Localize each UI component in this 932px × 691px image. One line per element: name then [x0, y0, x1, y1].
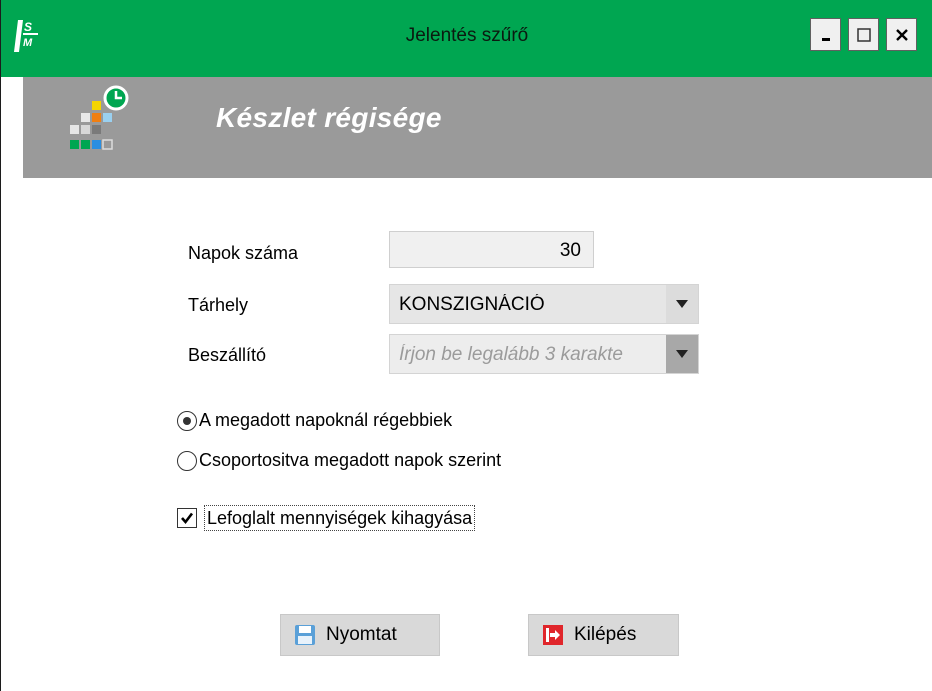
supplier-dropdown[interactable]: Írjon be legalább 3 karakte	[389, 334, 699, 374]
floppy-disk-icon	[295, 625, 315, 645]
report-title: Készlet régisége	[216, 102, 442, 133]
exit-button-label: Kilépés	[574, 624, 637, 645]
supplier-dropdown-toggle[interactable]	[666, 335, 698, 373]
radio-button-older[interactable]	[177, 410, 197, 431]
chevron-down-icon	[676, 350, 688, 358]
storage-dropdown-toggle[interactable]	[666, 285, 698, 323]
supplier-label: Beszállító	[188, 345, 267, 365]
maximize-icon	[856, 27, 871, 42]
radio-label-older: A megadott napoknál régebbiek	[199, 410, 453, 430]
maximize-button[interactable]	[848, 18, 879, 51]
storage-selected-value: KONSZIGNÁCIÓ	[399, 294, 545, 315]
radio-option-older[interactable]: A megadott napoknál régebbiek	[177, 410, 452, 431]
close-button[interactable]	[886, 18, 917, 51]
print-button[interactable]: Nyomtat	[280, 614, 440, 656]
exclude-reserved-checkbox[interactable]	[177, 508, 197, 528]
chevron-down-icon	[676, 300, 688, 308]
window-title: Jelentés szűrő	[405, 25, 529, 46]
exclude-reserved-checkbox-row[interactable]: Lefoglalt mennyiségek kihagyása	[177, 505, 476, 531]
exit-door-icon	[543, 625, 563, 645]
report-header-banner: Készlet régisége	[23, 77, 932, 178]
days-label: Napok száma	[188, 243, 299, 263]
supplier-input-placeholder[interactable]: Írjon be legalább 3 karakte	[399, 344, 667, 366]
minimize-icon	[821, 37, 830, 41]
report-filter-window: S M Jelentés szűrő Készlet régisége Napo…	[0, 0, 932, 691]
checkmark-icon	[181, 512, 194, 525]
report-clock-icon	[70, 85, 129, 150]
close-icon	[895, 28, 908, 41]
storage-label: Tárhely	[188, 295, 249, 315]
storage-dropdown[interactable]: KONSZIGNÁCIÓ	[389, 284, 699, 324]
radio-label-grouped: Csoportositva megadott napok szerint	[199, 450, 502, 470]
exclude-reserved-label: Lefoglalt mennyiségek kihagyása	[204, 505, 476, 531]
minimize-button[interactable]	[810, 18, 841, 51]
radio-option-grouped[interactable]: Csoportositva megadott napok szerint	[177, 450, 501, 471]
title-bar[interactable]: S M Jelentés szűrő	[1, 0, 932, 77]
days-input[interactable]: 30	[389, 231, 594, 268]
exit-button[interactable]: Kilépés	[528, 614, 679, 656]
print-button-label: Nyomtat	[326, 624, 397, 645]
radio-button-grouped[interactable]	[177, 450, 197, 471]
